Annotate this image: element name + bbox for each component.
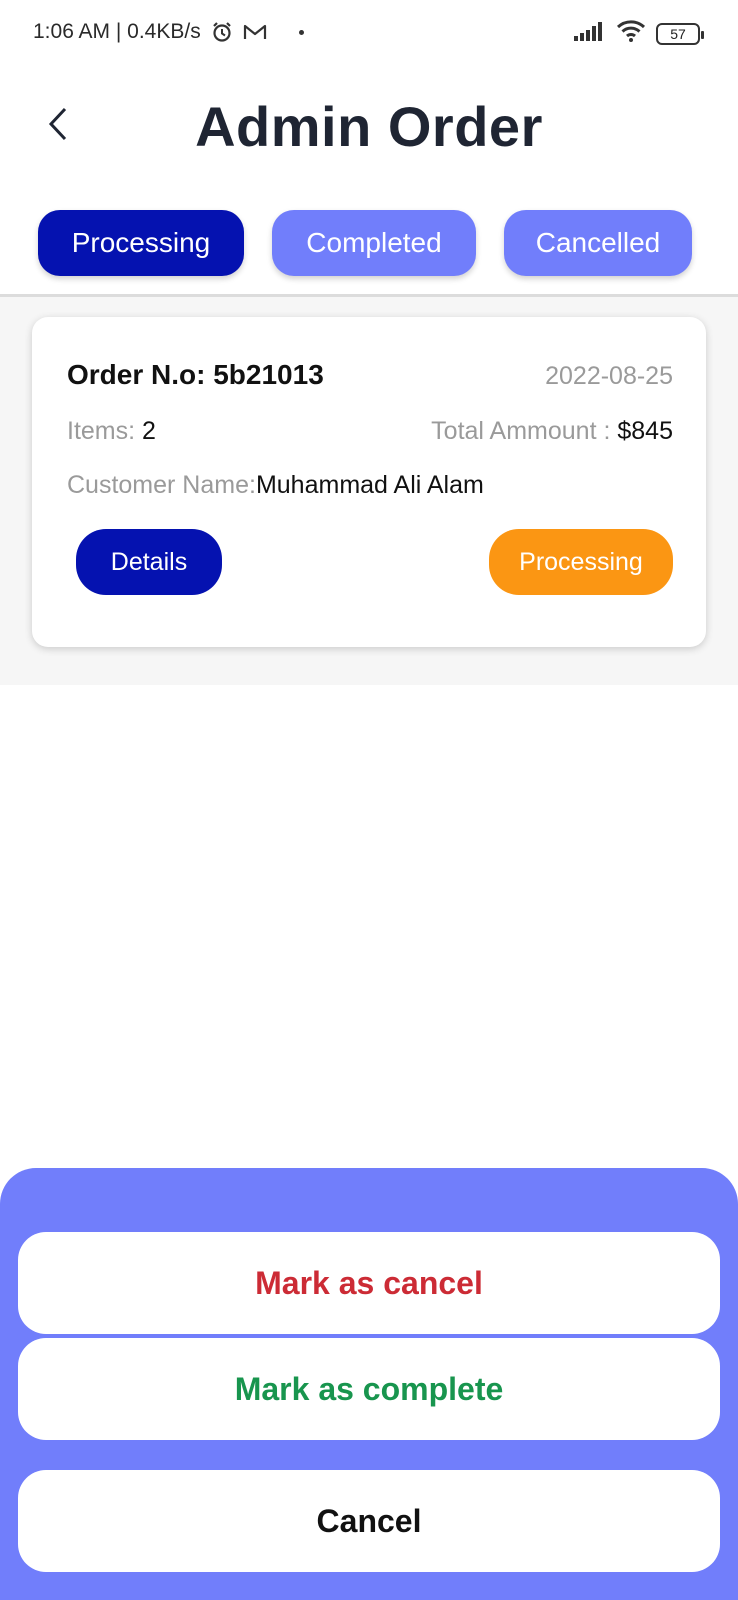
status-tabs: Processing Completed Cancelled [0,210,738,276]
order-total: Total Ammount : $845 [431,417,673,446]
tab-completed[interactable]: Completed [272,210,476,276]
status-bar: 1:06 AM | 0.4KB/s 57 [0,0,738,70]
battery-level: 57 [670,25,686,42]
cancel-button[interactable]: Cancel [18,1470,720,1572]
order-items: Items: 2 [67,417,156,446]
status-right: 57 [574,20,704,47]
total-value: $845 [617,417,673,445]
mark-as-complete-button[interactable]: Mark as complete [18,1338,720,1440]
status-left: 1:06 AM | 0.4KB/s [33,20,304,44]
order-customer-row: Customer Name: Muhammad Ali Alam [67,471,673,500]
action-sheet: Mark as cancel Mark as complete Cancel [0,1168,738,1600]
details-button[interactable]: Details [76,529,222,595]
order-card: Order N.o: 5b21013 2022-08-25 Items: 2 T… [32,317,706,647]
total-label: Total Ammount : [431,417,618,445]
page-title: Admin Order [195,95,543,158]
order-number: Order N.o: 5b21013 [67,359,324,390]
status-time-speed: 1:06 AM | 0.4KB/s [33,20,201,43]
customer-label: Customer Name: [67,471,256,499]
order-header-row: Order N.o: 5b21013 2022-08-25 [67,359,673,391]
tab-cancelled[interactable]: Cancelled [504,210,692,276]
signal-icon [574,21,606,46]
notification-dot-icon [298,29,304,35]
items-label: Items: [67,417,143,445]
battery-icon: 57 [656,22,704,45]
wifi-icon [616,20,646,47]
tab-processing[interactable]: Processing [38,210,244,276]
status-badge[interactable]: Processing [489,529,673,595]
order-summary-row: Items: 2 Total Ammount : $845 [67,417,673,446]
header: Admin Order [0,80,738,180]
items-value: 2 [142,417,156,445]
mark-as-cancel-button[interactable]: Mark as cancel [18,1232,720,1334]
customer-value: Muhammad Ali Alam [255,471,484,499]
order-list: Order N.o: 5b21013 2022-08-25 Items: 2 T… [0,297,738,685]
alarm-icon [211,21,233,43]
gmail-icon [243,22,267,42]
order-date: 2022-08-25 [545,362,673,390]
